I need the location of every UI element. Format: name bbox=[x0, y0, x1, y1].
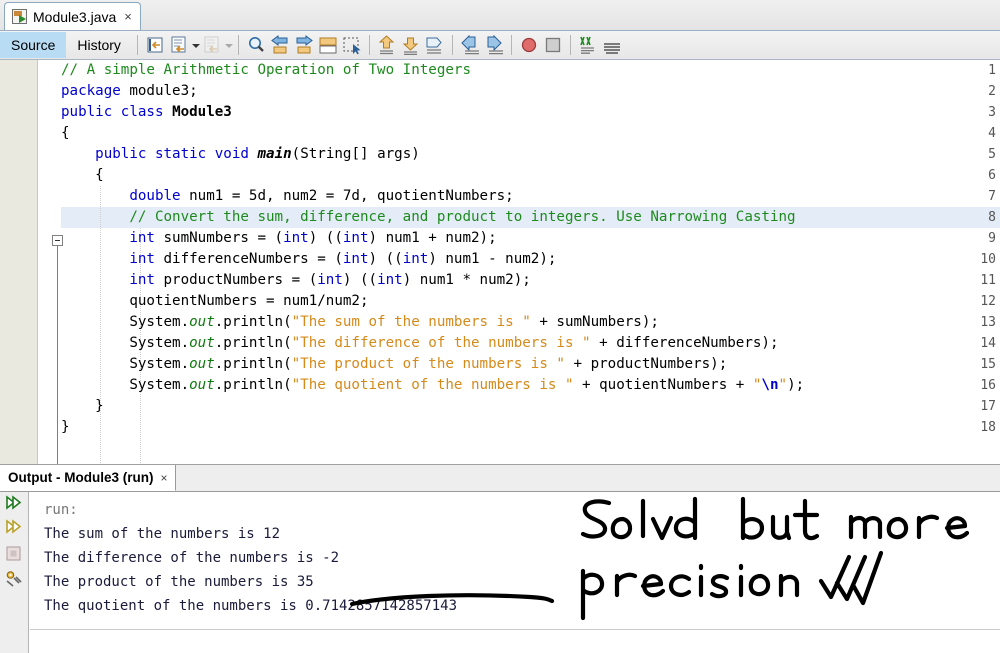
code-line[interactable]: } bbox=[61, 396, 1000, 417]
find-next-icon[interactable] bbox=[293, 34, 315, 56]
close-icon[interactable]: × bbox=[122, 9, 132, 24]
java-file-icon bbox=[12, 9, 27, 24]
toggle-highlight-icon[interactable] bbox=[317, 34, 339, 56]
code-line[interactable]: System.out.println("The sum of the numbe… bbox=[61, 312, 1000, 333]
code-line[interactable]: System.out.println("The product of the n… bbox=[61, 354, 1000, 375]
code-line[interactable]: public class Module3 bbox=[61, 102, 1000, 123]
output-line: run: bbox=[44, 502, 78, 518]
output-line: The difference of the numbers is -2 bbox=[44, 550, 340, 566]
code-editor[interactable]: 1 2 3 4 5 6 7 8 9 10 11 12 13 14 15 16 17 18 // A simple … bbox=[0, 60, 1000, 465]
output-side-toolbar bbox=[0, 492, 29, 653]
output-body: run: The sum of the numbers is 12 The diff… bbox=[0, 492, 1000, 653]
find-previous-icon[interactable] bbox=[269, 34, 291, 56]
output-tab-module3-run[interactable]: Output - Module3 (run) × bbox=[0, 465, 177, 491]
netbeans-ide-window: Module3.java × Source History 1 2 3 4 5 … bbox=[0, 0, 1000, 653]
fold-bracket bbox=[57, 246, 58, 464]
rerun-alternate-icon[interactable] bbox=[4, 518, 25, 539]
chevron-down-dim-icon bbox=[224, 34, 233, 56]
editor-toolbar: Source History bbox=[0, 31, 1000, 60]
output-tab-bar: Output - Module3 (run) × bbox=[0, 465, 1000, 492]
editor-tab-strip: Module3.java × bbox=[0, 0, 1000, 31]
settings-icon[interactable] bbox=[4, 569, 25, 590]
code-line[interactable]: public static void main(String[] args) bbox=[61, 144, 1000, 165]
output-tab-label: Output - Module3 (run) bbox=[8, 470, 154, 485]
code-line[interactable]: int sumNumbers = (int) ((int) num1 + num… bbox=[61, 228, 1000, 249]
code-line[interactable]: quotientNumbers = num1/num2; bbox=[61, 291, 1000, 312]
output-line: The quotient of the numbers is 0.7142857… bbox=[44, 598, 458, 614]
code-line[interactable]: { bbox=[61, 123, 1000, 144]
code-line[interactable]: System.out.println("The difference of th… bbox=[61, 333, 1000, 354]
stop-icon[interactable] bbox=[4, 544, 25, 565]
code-line[interactable]: // A simple Arithmetic Operation of Two … bbox=[61, 60, 1000, 81]
toolbar-separator bbox=[569, 35, 571, 55]
chevron-down-icon[interactable] bbox=[191, 34, 200, 56]
output-line: The product of the numbers is 35 bbox=[44, 574, 314, 590]
file-tab-module3-java[interactable]: Module3.java × bbox=[4, 2, 141, 30]
uncomment-icon[interactable] bbox=[601, 34, 623, 56]
toolbar-separator bbox=[368, 35, 370, 55]
toggle-bookmark-icon[interactable] bbox=[168, 34, 190, 56]
output-row-separator bbox=[30, 629, 1000, 630]
code-lines[interactable]: // A simple Arithmetic Operation of Two … bbox=[61, 60, 1000, 464]
code-line[interactable]: { bbox=[61, 165, 1000, 186]
code-line[interactable]: package module3; bbox=[61, 81, 1000, 102]
toolbar-separator bbox=[237, 35, 239, 55]
tab-source[interactable]: Source bbox=[0, 32, 67, 58]
previous-bookmark-arrow-icon[interactable] bbox=[376, 34, 398, 56]
toggle-bookmark-flag-icon[interactable] bbox=[424, 34, 446, 56]
code-line[interactable]: double num1 = 5d, num2 = 7d, quotientNum… bbox=[61, 186, 1000, 207]
last-edit-icon[interactable] bbox=[144, 34, 166, 56]
line-number-gutter bbox=[0, 60, 38, 464]
previous-bookmark-icon bbox=[201, 34, 223, 56]
rerun-icon[interactable] bbox=[4, 494, 25, 515]
close-icon[interactable]: × bbox=[160, 471, 167, 485]
toolbar-separator bbox=[136, 35, 138, 55]
toggle-rectangular-selection-icon[interactable] bbox=[341, 34, 363, 56]
file-tab-label: Module3.java bbox=[33, 8, 117, 25]
code-line[interactable]: // Convert the sum, difference, and prod… bbox=[61, 207, 1000, 228]
code-line[interactable]: System.out.println("The quotient of the … bbox=[61, 375, 1000, 396]
next-bookmark-arrow-icon[interactable] bbox=[400, 34, 422, 56]
code-line[interactable]: int differenceNumbers = (int) ((int) num… bbox=[61, 249, 1000, 270]
comment-icon[interactable] bbox=[577, 34, 599, 56]
shift-left-icon[interactable] bbox=[459, 34, 481, 56]
toolbar-separator bbox=[510, 35, 512, 55]
shift-right-icon[interactable] bbox=[483, 34, 505, 56]
code-line[interactable]: int productNumbers = (int) ((int) num1 *… bbox=[61, 270, 1000, 291]
start-macro-recording-icon[interactable] bbox=[518, 34, 540, 56]
stop-macro-recording-icon[interactable] bbox=[542, 34, 564, 56]
code-line[interactable]: } bbox=[61, 417, 1000, 438]
tab-history[interactable]: History bbox=[66, 32, 132, 58]
find-selection-icon[interactable] bbox=[245, 34, 267, 56]
toolbar-separator bbox=[451, 35, 453, 55]
output-window: Output - Module3 (run) × run: The sum of… bbox=[0, 465, 1000, 653]
output-line: The sum of the numbers is 12 bbox=[44, 526, 281, 542]
